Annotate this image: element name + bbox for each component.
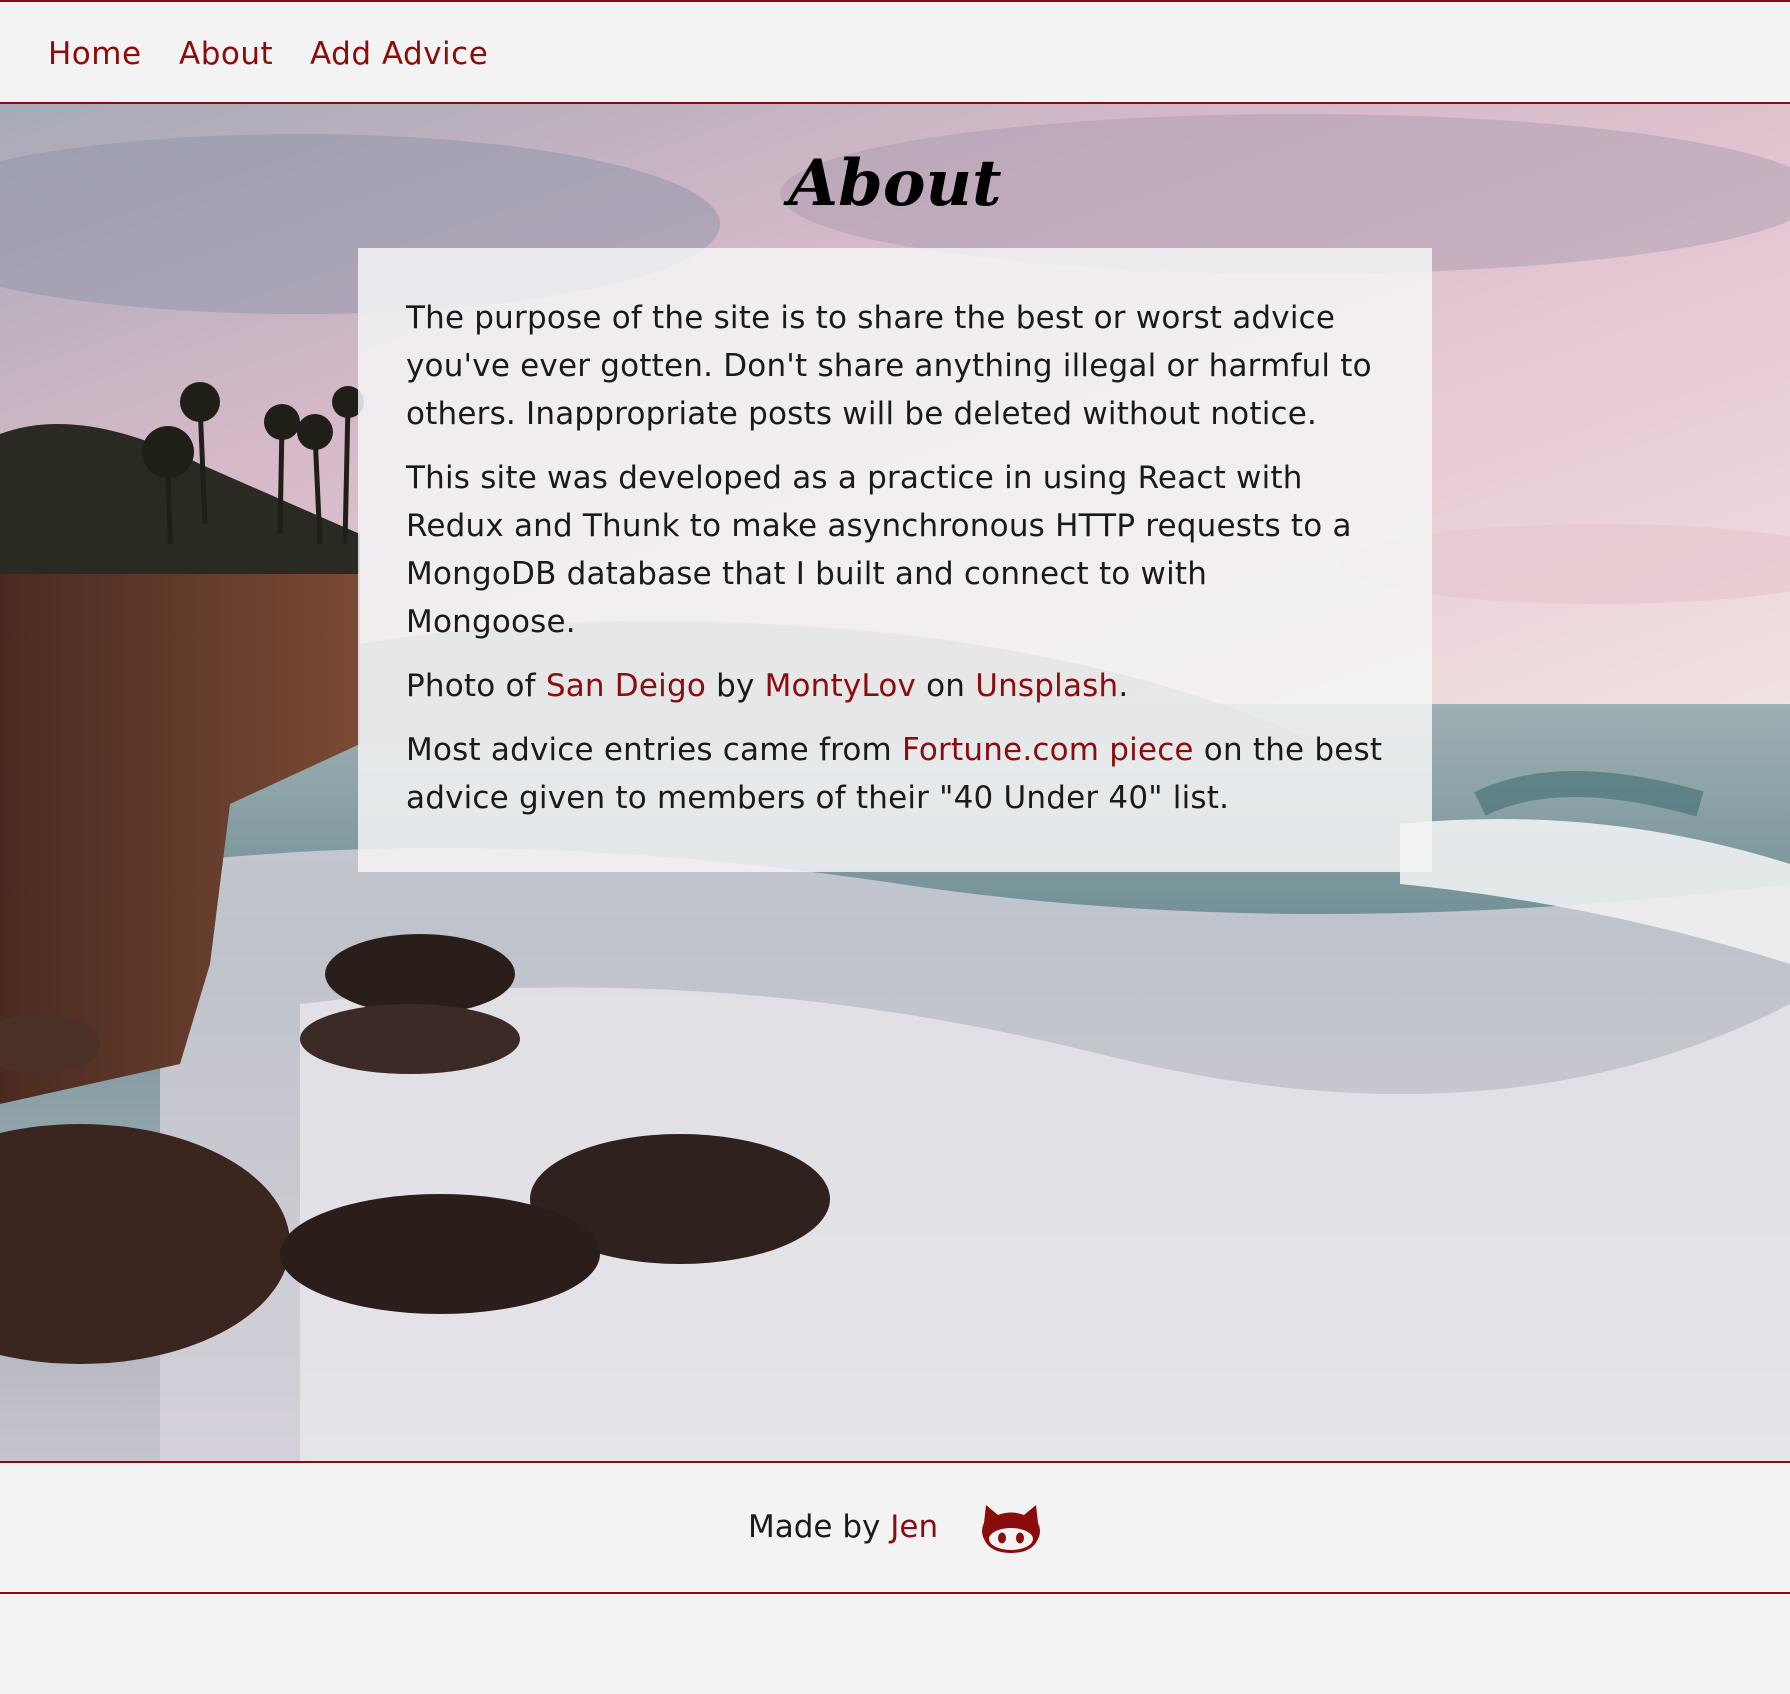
advice-source-paragraph: Most advice entries came from Fortune.co… — [406, 726, 1384, 822]
photo-credit-suffix: . — [1118, 668, 1129, 704]
top-navigation: Home About Add Advice — [0, 2, 1790, 104]
made-by-label: Made by — [748, 1509, 891, 1545]
nav-link-add-advice[interactable]: Add Advice — [310, 36, 488, 72]
made-by-text: Made by Jen — [748, 1509, 938, 1545]
about-content-panel: The purpose of the site is to share the … — [358, 248, 1432, 872]
about-tech-paragraph: This site was developed as a practice in… — [406, 460, 1352, 640]
nav-link-about[interactable]: About — [179, 36, 273, 72]
photo-credit-by: by — [706, 668, 765, 704]
hero-background-photo: About The purpose of the site is to shar… — [0, 104, 1790, 1463]
site-footer: Made by Jen — [0, 1463, 1790, 1594]
advice-source-prefix: Most advice entries came from — [406, 732, 902, 768]
about-purpose-paragraph: The purpose of the site is to share the … — [406, 300, 1372, 432]
photo-credit-paragraph: Photo of San Deigo by MontyLov on Unspla… — [406, 662, 1384, 710]
fortune-link[interactable]: Fortune.com piece — [902, 732, 1194, 768]
photo-credit-prefix: Photo of — [406, 668, 546, 704]
nav-link-home[interactable]: Home — [48, 36, 142, 72]
unsplash-link[interactable]: Unsplash — [975, 668, 1118, 704]
san-diego-link[interactable]: San Deigo — [546, 668, 706, 704]
page-title: About — [788, 146, 1002, 221]
photo-credit-on: on — [916, 668, 976, 704]
github-octocat-icon[interactable] — [980, 1501, 1042, 1555]
montylov-link[interactable]: MontyLov — [765, 668, 917, 704]
author-link[interactable]: Jen — [890, 1509, 938, 1545]
